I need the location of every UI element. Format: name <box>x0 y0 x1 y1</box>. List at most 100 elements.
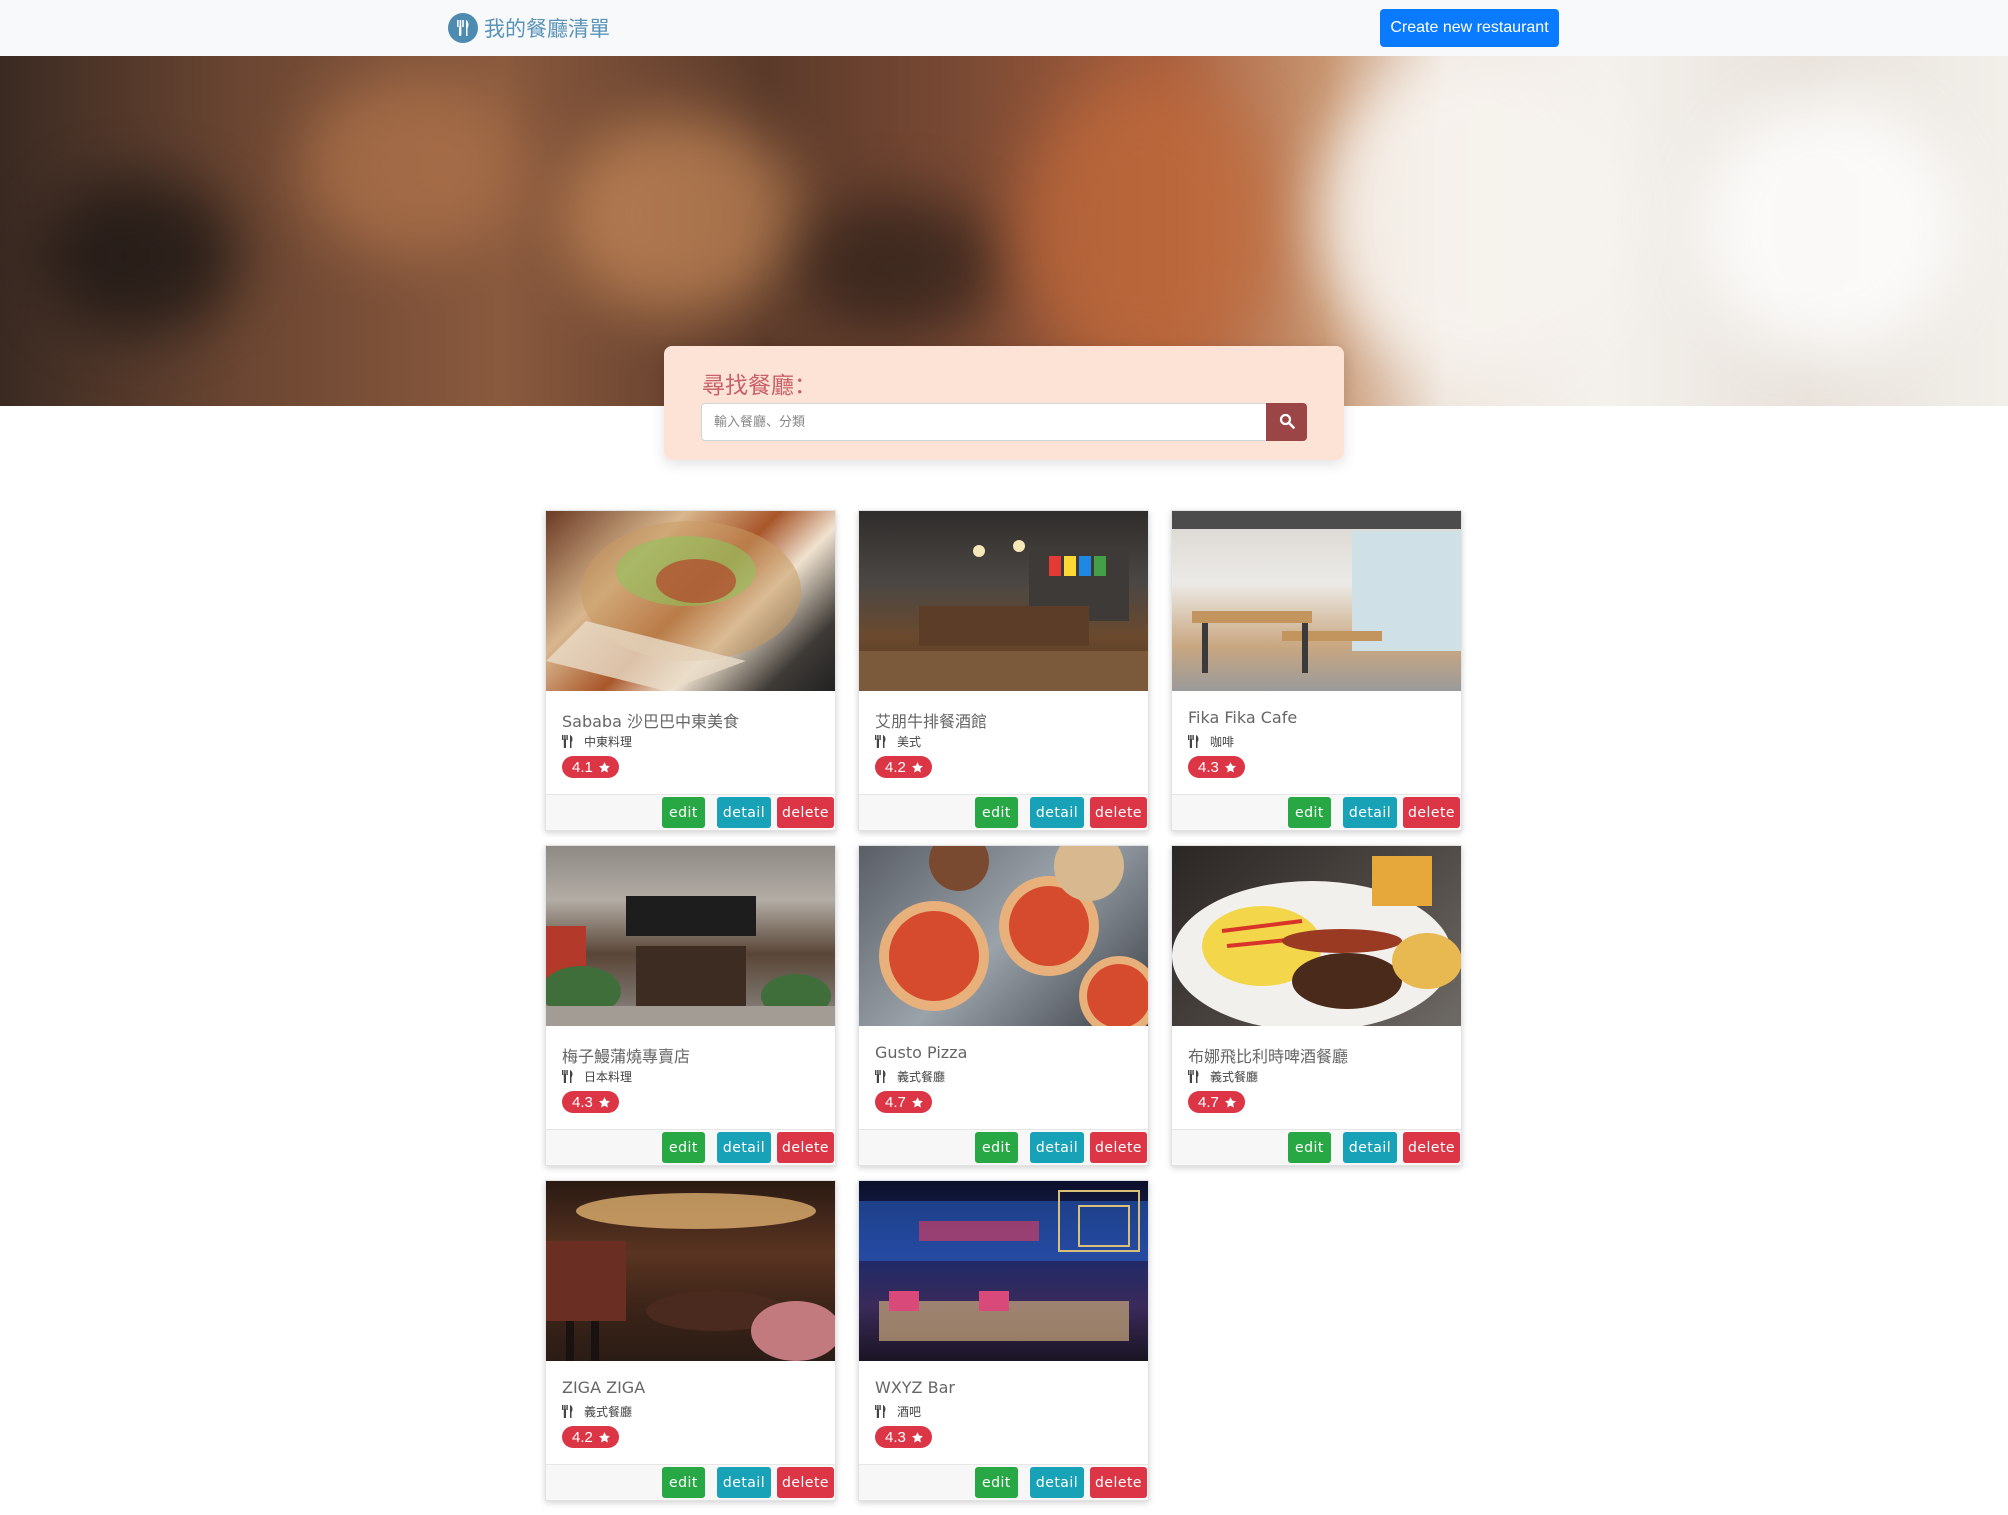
utensils-icon <box>875 1405 887 1418</box>
delete-button[interactable]: delete <box>1090 797 1147 828</box>
star-icon <box>598 1096 611 1109</box>
search-title: 尋找餐廳： <box>702 373 817 399</box>
category-label: 義式餐廳 <box>584 1405 633 1419</box>
detail-button[interactable]: detail <box>1343 1132 1397 1163</box>
edit-button[interactable]: edit <box>1288 797 1331 828</box>
hero-blur <box>40 176 240 336</box>
card-footer: edit detail delete <box>1172 794 1461 830</box>
restaurant-photo[interactable] <box>546 511 835 691</box>
card-footer: edit detail delete <box>546 1464 835 1500</box>
restaurant-category: 義式餐廳 <box>875 1068 945 1085</box>
detail-button[interactable]: detail <box>717 1467 771 1498</box>
brand-title: 我的餐廳清單 <box>484 17 610 41</box>
detail-button[interactable]: detail <box>1343 797 1397 828</box>
star-icon <box>911 761 924 774</box>
restaurant-photo[interactable] <box>859 511 1148 691</box>
search-input[interactable] <box>701 403 1266 441</box>
search-button[interactable] <box>1266 403 1307 441</box>
rating-badge: 4.2 <box>562 1426 619 1448</box>
star-icon <box>598 761 611 774</box>
edit-button[interactable]: edit <box>1288 1132 1331 1163</box>
restaurant-name: 艾朋牛排餐酒館 <box>875 712 988 731</box>
restaurant-photo[interactable] <box>859 846 1148 1026</box>
category-label: 美式 <box>897 735 922 749</box>
restaurant-photo[interactable] <box>546 846 835 1026</box>
restaurant-category: 義式餐廳 <box>562 1403 632 1420</box>
hero-blur <box>1320 56 1620 376</box>
restaurant-category: 中東料理 <box>562 733 632 750</box>
hero-blur <box>300 76 520 256</box>
restaurant-category: 美式 <box>875 733 921 750</box>
delete-button[interactable]: delete <box>1403 797 1460 828</box>
restaurant-photo[interactable] <box>1172 846 1461 1026</box>
restaurant-card: 梅子鰻蒲燒專賣店 日本料理 4.3 edit detail delete <box>545 845 836 1166</box>
restaurant-name: WXYZ Bar <box>875 1378 955 1397</box>
edit-button[interactable]: edit <box>975 797 1018 828</box>
rating-value: 4.7 <box>885 1093 906 1111</box>
restaurant-card: Sababa 沙巴巴中東美食 中東料理 4.1 edit detail dele… <box>545 510 836 831</box>
utensils-icon <box>562 735 574 748</box>
rating-badge: 4.7 <box>1188 1091 1245 1113</box>
delete-button[interactable]: delete <box>1090 1467 1147 1498</box>
utensils-icon <box>562 1070 574 1083</box>
restaurant-name: 布娜飛比利時啤酒餐廳 <box>1188 1047 1349 1066</box>
rating-value: 4.3 <box>572 1093 593 1111</box>
edit-button[interactable]: edit <box>975 1132 1018 1163</box>
star-icon <box>911 1431 924 1444</box>
utensils-icon <box>1188 735 1200 748</box>
category-label: 日本料理 <box>584 1070 633 1084</box>
card-footer: edit detail delete <box>546 1129 835 1165</box>
delete-button[interactable]: delete <box>777 1467 834 1498</box>
restaurant-photo[interactable] <box>546 1181 835 1361</box>
utensils-icon <box>875 735 887 748</box>
utensils-icon <box>1188 1070 1200 1083</box>
edit-button[interactable]: edit <box>662 797 705 828</box>
delete-button[interactable]: delete <box>777 1132 834 1163</box>
restaurant-card: 布娜飛比利時啤酒餐廳 義式餐廳 4.7 edit detail delete <box>1171 845 1462 1166</box>
star-icon <box>911 1096 924 1109</box>
rating-badge: 4.7 <box>875 1091 932 1113</box>
edit-button[interactable]: edit <box>662 1467 705 1498</box>
rating-badge: 4.3 <box>1188 756 1245 778</box>
category-label: 酒吧 <box>897 1405 922 1419</box>
restaurant-category: 義式餐廳 <box>1188 1068 1258 1085</box>
restaurant-name: ZIGA ZIGA <box>562 1378 646 1397</box>
brand-link[interactable]: 我的餐廳清單 <box>448 13 610 43</box>
restaurant-photo[interactable] <box>1172 511 1461 691</box>
edit-button[interactable]: edit <box>662 1132 705 1163</box>
hero-blur <box>1700 96 1960 356</box>
card-footer: edit detail delete <box>859 1464 1148 1500</box>
category-label: 咖啡 <box>1210 735 1235 749</box>
delete-button[interactable]: delete <box>1403 1132 1460 1163</box>
detail-button[interactable]: detail <box>1030 797 1084 828</box>
star-icon <box>1224 1096 1237 1109</box>
create-restaurant-button[interactable]: Create new restaurant <box>1380 9 1559 47</box>
rating-value: 4.2 <box>572 1428 593 1446</box>
restaurant-name: Fika Fika Cafe <box>1188 708 1298 727</box>
rating-badge: 4.3 <box>562 1091 619 1113</box>
utensils-icon <box>448 13 478 43</box>
edit-button[interactable]: edit <box>975 1467 1018 1498</box>
utensils-icon <box>875 1070 887 1083</box>
star-icon <box>1224 761 1237 774</box>
delete-button[interactable]: delete <box>777 797 834 828</box>
rating-value: 4.3 <box>885 1428 906 1446</box>
rating-badge: 4.1 <box>562 756 619 778</box>
category-label: 中東料理 <box>584 735 633 749</box>
star-icon <box>598 1431 611 1444</box>
hero-blur <box>1020 76 1280 376</box>
restaurant-name: Gusto Pizza <box>875 1043 968 1062</box>
navbar: 我的餐廳清單 Create new restaurant <box>0 0 2008 56</box>
delete-button[interactable]: delete <box>1090 1132 1147 1163</box>
detail-button[interactable]: detail <box>717 1132 771 1163</box>
rating-value: 4.2 <box>885 758 906 776</box>
rating-badge: 4.3 <box>875 1426 932 1448</box>
detail-button[interactable]: detail <box>717 797 771 828</box>
restaurant-category: 日本料理 <box>562 1068 632 1085</box>
detail-button[interactable]: detail <box>1030 1132 1084 1163</box>
card-footer: edit detail delete <box>546 794 835 830</box>
restaurant-card: ZIGA ZIGA 義式餐廳 4.2 edit detail delete <box>545 1180 836 1501</box>
detail-button[interactable]: detail <box>1030 1467 1084 1498</box>
restaurant-photo[interactable] <box>859 1181 1148 1361</box>
hero-blur <box>800 196 1000 336</box>
